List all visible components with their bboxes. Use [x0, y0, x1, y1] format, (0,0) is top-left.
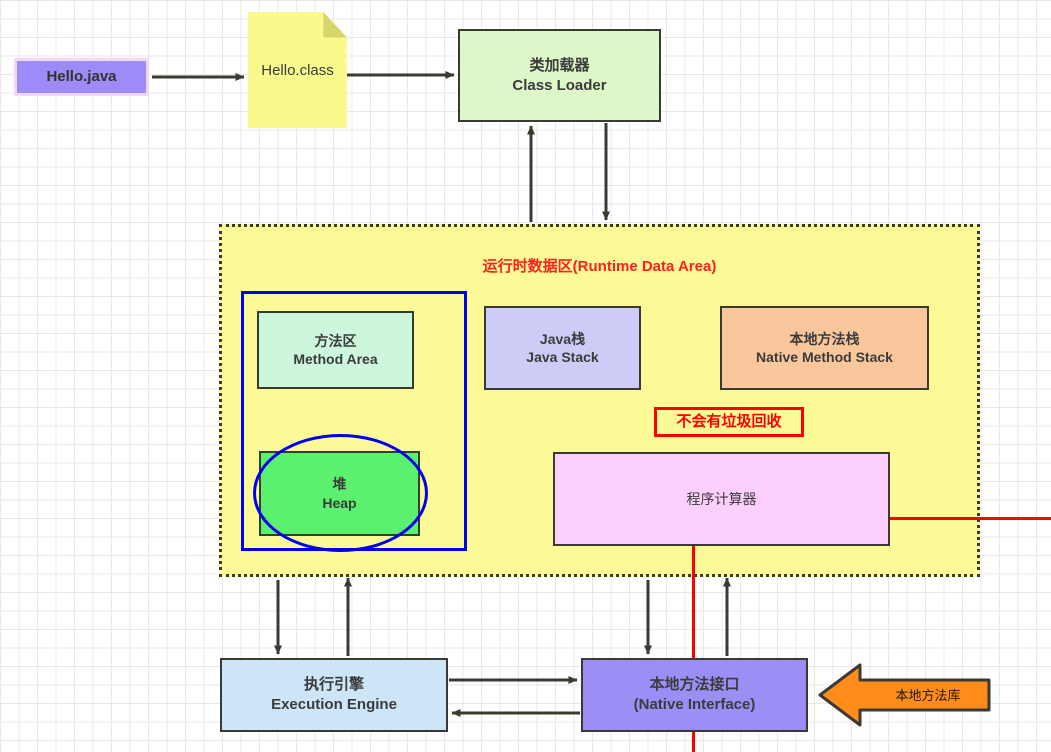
- heap-label-en: Heap: [322, 494, 357, 511]
- no-garbage-collection-note: 不会有垃圾回收: [654, 407, 804, 437]
- hello-java-node[interactable]: Hello.java: [14, 58, 149, 96]
- execution-engine-label-cn: 执行引擎: [303, 676, 364, 694]
- diagram-canvas: Hello.java Hello.class 类加载器 Class Loader…: [0, 0, 1051, 752]
- no-gc-label: 不会有垃圾回收: [676, 413, 782, 431]
- native-method-stack-label-cn: 本地方法栈: [789, 330, 860, 347]
- native-method-stack-label-en: Native Method Stack: [756, 349, 893, 365]
- heap-label-cn: 堆: [332, 476, 347, 493]
- method-area-label-cn: 方法区: [314, 332, 357, 349]
- class-loader-label-en: Class Loader: [512, 76, 607, 94]
- hello-java-label: Hello.java: [46, 68, 117, 86]
- program-counter-node[interactable]: 程序计算器: [553, 452, 890, 546]
- hello-class-node[interactable]: Hello.class: [248, 12, 347, 128]
- runtime-data-area-title: 运行时数据区(Runtime Data Area): [482, 258, 717, 275]
- native-interface-label-en: (Native Interface): [633, 696, 756, 713]
- execution-engine-node[interactable]: 执行引擎 Execution Engine: [220, 658, 448, 732]
- method-area-label-en: Method Area: [293, 351, 378, 367]
- method-area-node[interactable]: 方法区 Method Area: [257, 311, 414, 389]
- class-loader-label-cn: 类加载器: [529, 56, 590, 74]
- execution-engine-label-en: Execution Engine: [271, 696, 397, 713]
- class-loader-node[interactable]: 类加载器 Class Loader: [458, 29, 661, 122]
- java-stack-label-en: Java Stack: [526, 349, 599, 365]
- native-interface-node[interactable]: 本地方法接口 (Native Interface): [581, 658, 808, 732]
- native-method-stack-node[interactable]: 本地方法栈 Native Method Stack: [720, 306, 929, 390]
- java-stack-node[interactable]: Java栈 Java Stack: [484, 306, 641, 390]
- java-stack-label-cn: Java栈: [539, 330, 586, 347]
- heap-node[interactable]: 堆 Heap: [259, 451, 420, 536]
- native-interface-label-cn: 本地方法接口: [649, 676, 740, 694]
- native-library-label: 本地方法库: [895, 687, 961, 703]
- hello-class-label: Hello.class: [261, 61, 334, 79]
- program-counter-label: 程序计算器: [686, 490, 757, 507]
